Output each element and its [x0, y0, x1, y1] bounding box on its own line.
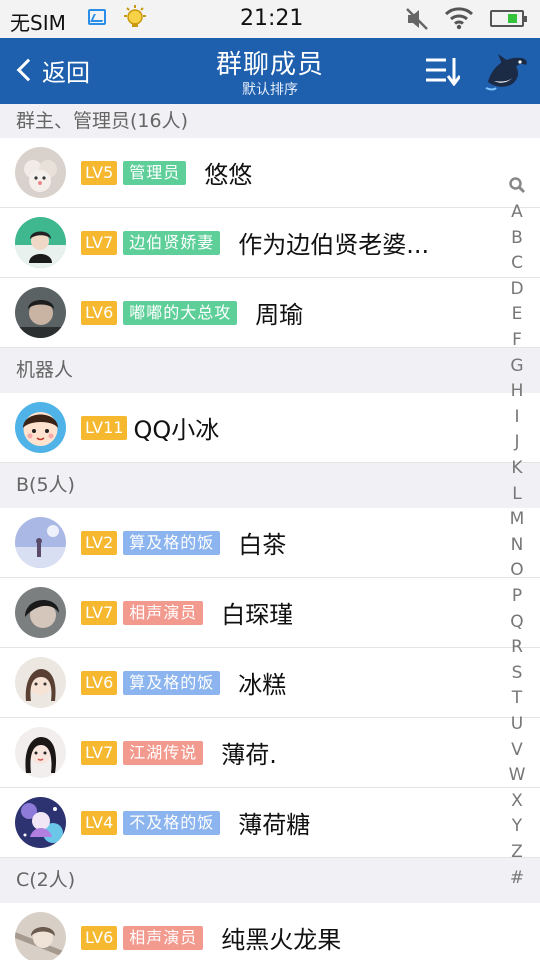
- section-header-b: B(5人): [0, 463, 540, 508]
- member-row[interactable]: LV6 相声演员 纯黑火龙果: [0, 903, 540, 960]
- avatar[interactable]: [15, 402, 66, 453]
- index-letter[interactable]: J: [502, 432, 532, 452]
- index-letter[interactable]: B: [502, 228, 532, 248]
- level-badge: LV7: [81, 740, 118, 765]
- level-badge: LV6: [81, 670, 118, 695]
- index-letter[interactable]: D: [502, 279, 532, 299]
- index-letter[interactable]: C: [502, 253, 532, 273]
- index-letter[interactable]: F: [502, 330, 532, 350]
- dolphin-mascot-icon[interactable]: [482, 48, 530, 96]
- avatar[interactable]: [15, 912, 66, 960]
- index-letter[interactable]: S: [502, 663, 532, 683]
- member-title-badge: 算及格的饭: [123, 670, 221, 695]
- wifi-icon: [444, 7, 474, 30]
- index-letter[interactable]: I: [502, 407, 532, 427]
- member-row[interactable]: LV7 江湖传说 薄荷.: [0, 718, 540, 788]
- member-title-badge: 相声演员: [123, 925, 204, 950]
- index-letter[interactable]: Q: [502, 612, 532, 632]
- section-header-admins: 群主、管理员(16人): [0, 104, 540, 138]
- image-notification-icon: [88, 9, 106, 25]
- index-letter[interactable]: E: [502, 304, 532, 324]
- search-icon[interactable]: [508, 176, 526, 194]
- avatar[interactable]: [15, 797, 66, 848]
- index-letter[interactable]: O: [502, 560, 532, 580]
- member-title-badge: 边伯贤娇妻: [123, 230, 221, 255]
- level-badge: LV4: [81, 810, 118, 835]
- member-row[interactable]: LV5 管理员 悠悠: [0, 138, 540, 208]
- member-row[interactable]: LV7 相声演员 白琛瑾: [0, 578, 540, 648]
- index-letter[interactable]: N: [502, 535, 532, 555]
- status-bar: 无SIM 21:21: [0, 0, 540, 38]
- lightbulb-icon: [124, 5, 146, 27]
- member-row[interactable]: LV2 算及格的饭 白茶: [0, 508, 540, 578]
- member-name: 周瑜: [255, 301, 304, 329]
- mute-icon: [406, 8, 428, 30]
- level-badge: LV7: [81, 600, 118, 625]
- level-badge: LV7: [81, 230, 118, 255]
- member-title-badge: 嘟嘟的大总攻: [123, 300, 238, 325]
- member-name: 冰糕: [238, 671, 287, 699]
- carrier-label: 无SIM: [10, 11, 66, 35]
- level-badge: LV11: [81, 415, 128, 440]
- index-letter[interactable]: V: [502, 740, 532, 760]
- index-letter[interactable]: M: [502, 509, 532, 529]
- avatar[interactable]: [15, 287, 66, 338]
- avatar[interactable]: [15, 147, 66, 198]
- member-name: 薄荷.: [221, 741, 277, 769]
- index-letter[interactable]: P: [502, 586, 532, 606]
- member-title-badge: 管理员: [123, 160, 187, 185]
- member-row[interactable]: LV6 嘟嘟的大总攻 周瑜: [0, 278, 540, 348]
- member-name: 薄荷糖: [238, 811, 311, 839]
- index-letter[interactable]: U: [502, 714, 532, 734]
- member-name: QQ小冰: [133, 416, 220, 444]
- member-row[interactable]: LV11 QQ小冰: [0, 393, 540, 463]
- index-letter[interactable]: Y: [502, 816, 532, 836]
- member-name: 白茶: [238, 531, 287, 559]
- section-header-robots: 机器人: [0, 348, 540, 393]
- index-letter[interactable]: T: [502, 688, 532, 708]
- index-letter[interactable]: A: [502, 202, 532, 222]
- member-name: 悠悠: [204, 161, 253, 189]
- member-row[interactable]: LV7 边伯贤娇妻 作为边伯贤老婆...: [0, 208, 540, 278]
- index-letter[interactable]: Z: [502, 842, 532, 862]
- index-letter[interactable]: L: [502, 484, 532, 504]
- index-letter[interactable]: R: [502, 637, 532, 657]
- member-title-badge: 算及格的饭: [123, 530, 221, 555]
- section-header-c: C(2人): [0, 858, 540, 903]
- member-title-badge: 江湖传说: [123, 740, 204, 765]
- avatar[interactable]: [15, 217, 66, 268]
- member-row[interactable]: LV4 不及格的饭 薄荷糖: [0, 788, 540, 858]
- index-letter[interactable]: H: [502, 381, 532, 401]
- level-badge: LV5: [81, 160, 118, 185]
- member-name: 作为边伯贤老婆...: [238, 231, 430, 259]
- level-badge: LV6: [81, 300, 118, 325]
- avatar[interactable]: [15, 587, 66, 638]
- navigation-bar: 返回 群聊成员 默认排序: [0, 38, 540, 104]
- member-name: 纯黑火龙果: [221, 926, 342, 954]
- index-letter[interactable]: G: [502, 356, 532, 376]
- index-letter[interactable]: W: [502, 765, 532, 785]
- battery-icon: [490, 10, 527, 27]
- member-title-badge: 不及格的饭: [123, 810, 221, 835]
- avatar[interactable]: [15, 657, 66, 708]
- member-title-badge: 相声演员: [123, 600, 204, 625]
- index-letter[interactable]: K: [502, 458, 532, 478]
- sort-list-icon[interactable]: [424, 56, 460, 86]
- clock-time: 21:21: [240, 6, 304, 31]
- level-badge: LV6: [81, 925, 118, 950]
- index-letter[interactable]: X: [502, 791, 532, 811]
- member-row[interactable]: LV6 算及格的饭 冰糕: [0, 648, 540, 718]
- avatar[interactable]: [15, 517, 66, 568]
- level-badge: LV2: [81, 530, 118, 555]
- index-letter[interactable]: #: [502, 868, 532, 888]
- member-name: 白琛瑾: [221, 601, 294, 629]
- member-list[interactable]: 群主、管理员(16人) LV5 管理员 悠悠 LV7 边伯贤娇妻 作为边伯贤老婆…: [0, 104, 540, 960]
- avatar[interactable]: [15, 727, 66, 778]
